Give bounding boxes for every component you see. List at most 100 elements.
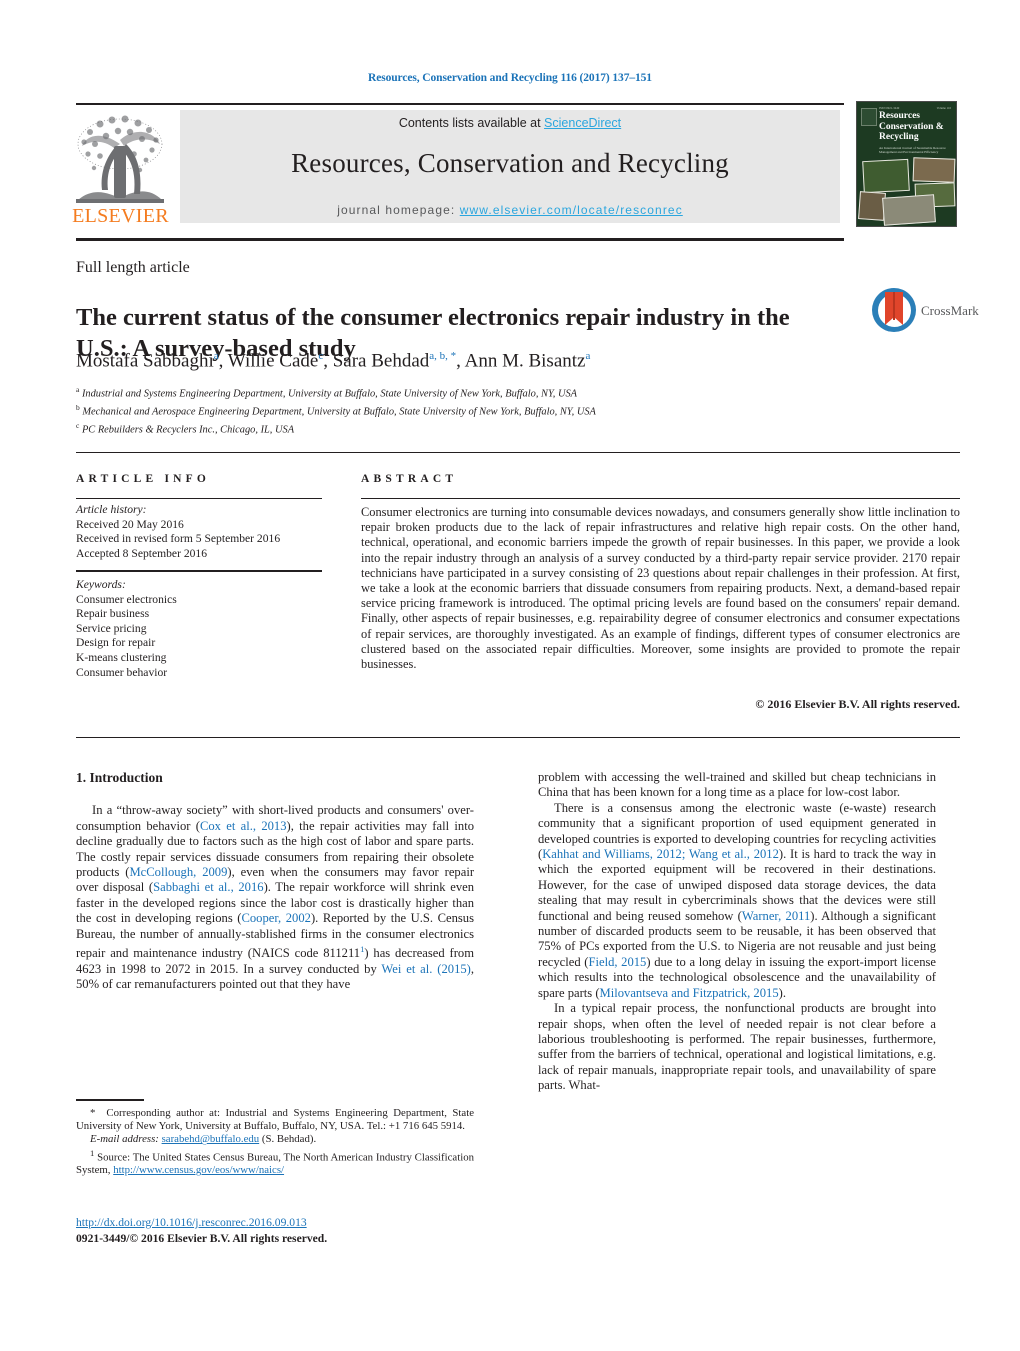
article-info-heading: ARTICLE INFO <box>76 473 211 485</box>
crossmark-badge[interactable]: CrossMark <box>872 288 979 334</box>
affiliation-text-2: PC Rebuilders & Recyclers Inc., Chicago,… <box>81 424 295 436</box>
crossmark-bookmark-fold-icon <box>893 292 895 320</box>
article-type-label: Full length article <box>76 259 190 276</box>
citation-link[interactable]: Warner, 2011 <box>742 909 810 923</box>
contents-lists-line: Contents lists available at ScienceDirec… <box>180 116 840 130</box>
cover-title-line3: Recycling <box>879 132 919 142</box>
citation-link[interactable]: Field, 2015 <box>588 955 646 969</box>
contents-lists-prefix: Contents lists available at <box>398 116 545 130</box>
author-name-2: Sara Behdad <box>332 350 430 372</box>
footnote-mark-asterisk: * <box>90 1107 96 1119</box>
keywords-label: Keywords: <box>76 578 126 591</box>
header-rule-bottom <box>76 238 844 241</box>
crossmark-label: CrossMark <box>921 303 979 318</box>
cover-photo-5 <box>882 194 936 226</box>
affiliation-mark-0: a <box>76 385 80 394</box>
abstract-rule <box>361 498 960 499</box>
cover-photo-collage <box>857 157 956 226</box>
keyword-item: Design for repair <box>76 636 156 650</box>
citation-link[interactable]: McCollough, 2009 <box>129 865 227 879</box>
email-owner: (S. Behdad). <box>261 1133 317 1146</box>
keyword-list: Keywords: Consumer electronics Repair bu… <box>76 578 326 680</box>
article-history-item: Accepted 8 September 2016 <box>76 546 208 560</box>
author-name-3: Ann M. Bisantz <box>464 350 586 372</box>
abstract-copyright: © 2016 Elsevier B.V. All rights reserved… <box>755 697 960 711</box>
keyword-item: Consumer behavior <box>76 665 168 679</box>
header-rule-top <box>76 103 844 105</box>
running-head: Resources, Conservation and Recycling 11… <box>368 72 652 84</box>
author-marks-1: c <box>318 350 324 362</box>
elsevier-wordmark: ELSEVIER <box>72 205 169 227</box>
author-marks-0: a <box>213 350 219 362</box>
article-history-item: Received in revised form 5 September 201… <box>76 532 281 546</box>
body-column-left: 1. Introduction In a “throw-away society… <box>76 770 474 992</box>
journal-title: Resources, Conservation and Recycling <box>291 148 729 178</box>
body-text: ). <box>778 985 786 1000</box>
affiliation-row: b Mechanical and Aerospace Engineering D… <box>76 401 836 419</box>
author-marks-3: a <box>585 350 591 362</box>
cover-subtitle: An International Journal of Sustainable … <box>879 146 946 155</box>
cover-title-line2: Conservation & <box>879 121 944 132</box>
footnote-corresponding-text: Corresponding author at: Industrial and … <box>76 1107 474 1133</box>
citation-link[interactable]: Milovantseva and Fitzpatrick, 2015 <box>600 986 779 1000</box>
crossmark-icon <box>872 288 916 332</box>
cover-photo-2 <box>912 157 956 183</box>
article-history: Article history: Received 20 May 2016 Re… <box>76 503 326 561</box>
cover-photo-1 <box>862 158 910 194</box>
cover-issn: ISSN 0921-3449 <box>879 106 900 110</box>
keyword-item: Consumer electronics <box>76 592 177 606</box>
abstract-heading: ABSTRACT <box>361 473 458 485</box>
sciencedirect-link[interactable]: ScienceDirect <box>544 116 621 130</box>
body-paragraph: In a typical repair process, the nonfunc… <box>538 1001 936 1093</box>
keyword-item: Service pricing <box>76 621 147 635</box>
author-name-0: Mostafa Sabbaghi <box>76 350 214 372</box>
footnote-separator-rule <box>76 1099 144 1101</box>
body-column-right: problem with accessing the well-trained … <box>538 770 936 1094</box>
citation-link[interactable]: Kahhat and Williams, 2012; Wang et al., … <box>542 847 779 861</box>
paper-page: Resources, Conservation and Recycling 11… <box>0 0 1020 1351</box>
affiliation-text-1: Mechanical and Aerospace Engineering Dep… <box>82 406 596 418</box>
keyword-item: Repair business <box>76 607 150 621</box>
cover-title-line1: Resources <box>879 111 920 121</box>
footnote-corresponding-author: * Corresponding author at: Industrial an… <box>76 1107 474 1133</box>
author-list: Mostafa Sabbaghia, Willie Cadec, Sara Be… <box>76 350 591 372</box>
journal-cover-thumbnail: ISSN 0921-3449 Volume 116 Resources Cons… <box>856 101 957 227</box>
article-history-label: Article history: <box>76 503 147 516</box>
body-paragraph: In a “throw-away society” with short-liv… <box>76 803 474 992</box>
cover-title: Resources Conservation & Recycling <box>879 111 953 143</box>
body-paragraph: problem with accessing the well-trained … <box>538 770 936 800</box>
abstract-text: Consumer electronics are turning into co… <box>361 505 960 672</box>
cover-top-line: ISSN 0921-3449 Volume 116 <box>879 106 951 110</box>
author-name-1: Willie Cade <box>227 350 319 372</box>
issn-copyright-line: 0921-3449/© 2016 Elsevier B.V. All right… <box>76 1232 328 1245</box>
article-info-rule-1 <box>76 498 322 499</box>
census-naics-link[interactable]: http://www.census.gov/eos/www/naics/ <box>113 1164 284 1176</box>
footnote-email-line: E-mail address: sarabehd@buffalo.edu (S.… <box>76 1133 474 1146</box>
article-info-rule-2 <box>76 570 322 572</box>
citation-link[interactable]: Sabbaghi et al., 2016 <box>153 880 263 894</box>
affiliation-mark-1: b <box>76 402 80 412</box>
affiliation-list: a Industrial and Systems Engineering Dep… <box>76 383 836 437</box>
doi-link[interactable]: http://dx.doi.org/10.1016/j.resconrec.20… <box>76 1216 307 1229</box>
footnote-source-line: 1 Source: The United States Census Burea… <box>76 1147 474 1178</box>
keyword-item: K-means clustering <box>76 650 167 664</box>
footnote-block: * Corresponding author at: Industrial an… <box>76 1107 474 1178</box>
homepage-label: journal homepage: <box>337 203 460 217</box>
citation-link[interactable]: Cox et al., 2013 <box>200 819 287 833</box>
article-history-item: Received 20 May 2016 <box>76 517 184 531</box>
info-block-rule-top <box>76 452 960 453</box>
affiliation-row: c PC Rebuilders & Recyclers Inc., Chicag… <box>76 419 836 437</box>
affiliation-mark-2: c <box>76 420 80 430</box>
citation-link[interactable]: Wei et al. (2015) <box>381 962 470 976</box>
cover-elsevier-mark-icon <box>861 108 877 126</box>
cover-volume: Volume 116 <box>936 106 951 110</box>
homepage-url-link[interactable]: www.elsevier.com/locate/resconrec <box>460 203 683 217</box>
journal-homepage-line: journal homepage: www.elsevier.com/locat… <box>180 203 840 217</box>
body-paragraph: There is a consensus among the electroni… <box>538 801 936 1001</box>
author-marks-2: a, b, * <box>429 350 457 362</box>
footnote-mark-1: 1 <box>90 1147 95 1158</box>
email-link[interactable]: sarabehd@buffalo.edu <box>162 1133 260 1145</box>
section-heading-introduction: 1. Introduction <box>76 770 163 785</box>
citation-link[interactable]: Cooper, 2002 <box>241 911 310 925</box>
affiliation-row: a Industrial and Systems Engineering Dep… <box>76 383 836 401</box>
